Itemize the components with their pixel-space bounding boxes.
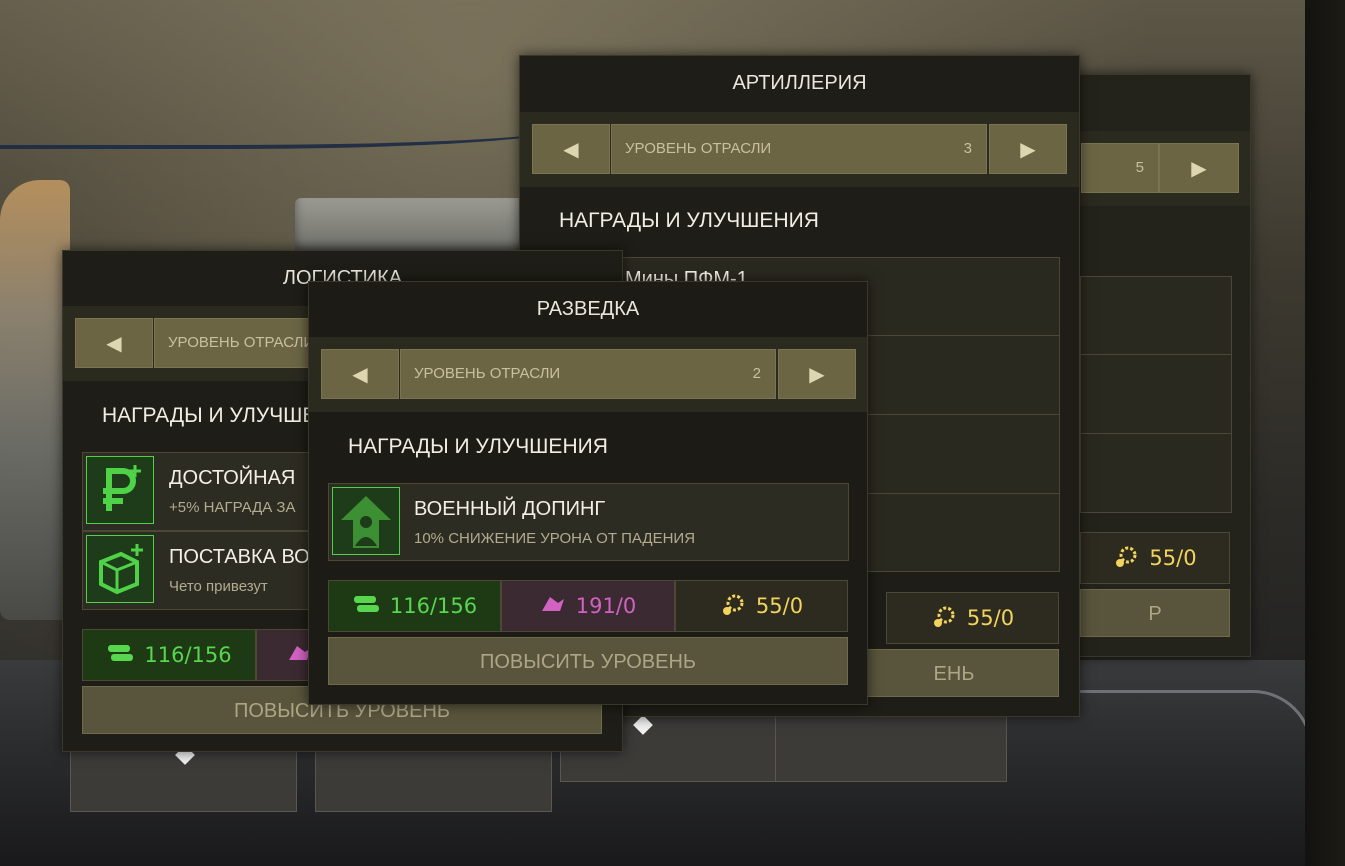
cost-gold: 55/0 xyxy=(675,580,848,632)
level-row: ◀ УРОВЕНЬ ОТРАСЛИ 3 ▶ xyxy=(520,112,1079,187)
level-row: 5 ▶ xyxy=(1061,131,1250,206)
level-prev-button[interactable]: ◀ xyxy=(532,124,610,174)
cost-green-value: 116/156 xyxy=(144,643,232,667)
level-value: 3 xyxy=(963,140,972,157)
cost-gold: 55/0 xyxy=(886,592,1059,644)
reward-description: +5% НАГРАДА ЗА xyxy=(169,499,296,516)
ammo-icon xyxy=(352,593,380,620)
reward-description: Чето привезут xyxy=(169,578,268,595)
reward-title: ПОСТАВКА ВО xyxy=(169,546,310,568)
branch-panel-back: 5 ▶ 55/0 Р xyxy=(1060,74,1251,657)
cost-gold: 55/0 xyxy=(1080,532,1230,584)
ruble-plus-icon xyxy=(86,456,154,524)
level-label: УРОВЕНЬ ОТРАСЛИ xyxy=(168,334,315,351)
reward-list xyxy=(1080,276,1232,513)
upgrade-button[interactable]: ПОВЫСИТЬ УРОВЕНЬ xyxy=(328,637,848,685)
cost-green-value: 116/156 xyxy=(389,594,478,618)
level-prev-button[interactable]: ◀ xyxy=(75,318,153,368)
level-bar: УРОВЕНЬ ОТРАСЛИ 3 xyxy=(611,124,987,174)
arrow-left-icon: ◀ xyxy=(563,137,579,161)
cost-pink-value: 191/0 xyxy=(575,594,637,618)
level-prev-button[interactable]: ◀ xyxy=(321,349,399,399)
arrow-right-icon: ▶ xyxy=(1191,156,1207,180)
level-bar: УРОВЕНЬ ОТРАСЛИ 2 xyxy=(400,349,776,399)
section-title: НАГРАДЫ И УЛУЧШЕНИЯ xyxy=(348,435,608,458)
arrow-right-icon: ▶ xyxy=(809,362,825,386)
level-next-button[interactable]: ▶ xyxy=(778,349,856,399)
level-next-button[interactable]: ▶ xyxy=(1159,143,1239,193)
panel-title: РАЗВЕДКА xyxy=(536,298,640,320)
background-crate xyxy=(295,198,525,256)
supply-box-icon xyxy=(86,535,154,603)
upgrade-label: Р xyxy=(1148,603,1162,625)
gear-points-icon xyxy=(720,591,746,622)
arrow-left-icon: ◀ xyxy=(352,362,368,386)
section-title: НАГРАДЫ И УЛУЧШЕНИЯ xyxy=(559,209,819,232)
panel-title: АРТИЛЛЕРИЯ xyxy=(732,72,867,94)
cost-green: 116/156 xyxy=(328,580,501,632)
level-value: 5 xyxy=(1135,159,1144,176)
cost-pink xyxy=(256,629,316,681)
reward-title: ДОСТОЙНАЯ xyxy=(169,467,296,489)
background-soldier xyxy=(0,180,70,620)
cost-gold-value: 55/0 xyxy=(1149,546,1197,570)
gear-points-icon xyxy=(1113,543,1139,574)
arrow-up-person-icon xyxy=(332,487,400,555)
cost-gold-value: 55/0 xyxy=(966,606,1015,630)
reward-title: ВОЕННЫЙ ДОПИНГ xyxy=(414,498,606,520)
level-value: 2 xyxy=(752,365,761,382)
branch-panel-recon: РАЗВЕДКА ◀ УРОВЕНЬ ОТРАСЛИ 2 ▶ НАГРАДЫ И… xyxy=(308,281,868,705)
ammo-icon xyxy=(106,642,134,669)
model-stand xyxy=(775,710,1007,782)
cost-pink: 191/0 xyxy=(501,580,675,632)
level-next-button[interactable]: ▶ xyxy=(989,124,1067,174)
reward-item[interactable]: ВОЕННЫЙ ДОПИНГ 10% СНИЖЕНИЕ УРОНА ОТ ПАД… xyxy=(328,483,849,561)
upgrade-label: ЕНЬ xyxy=(933,663,975,685)
level-row: ◀ УРОВЕНЬ ОТРАСЛИ 2 ▶ xyxy=(309,337,867,412)
cost-gold-value: 55/0 xyxy=(755,594,804,618)
level-label: УРОВЕНЬ ОТРАСЛИ xyxy=(414,365,561,382)
upgrade-label: ПОВЫСИТЬ УРОВЕНЬ xyxy=(479,651,697,673)
background-edge xyxy=(1305,0,1345,866)
level-bar: 5 xyxy=(1081,143,1159,193)
cost-green: 116/156 xyxy=(82,629,256,681)
arrow-right-icon: ▶ xyxy=(1020,137,1036,161)
upgrade-button[interactable]: Р xyxy=(1080,589,1230,637)
reward-description: 10% СНИЖЕНИЕ УРОНА ОТ ПАДЕНИЯ xyxy=(414,530,696,547)
arrow-left-icon: ◀ xyxy=(106,331,122,355)
gear-points-icon xyxy=(931,603,957,634)
level-label: УРОВЕНЬ ОТРАСЛИ xyxy=(625,140,772,157)
medkit-icon xyxy=(540,593,566,620)
